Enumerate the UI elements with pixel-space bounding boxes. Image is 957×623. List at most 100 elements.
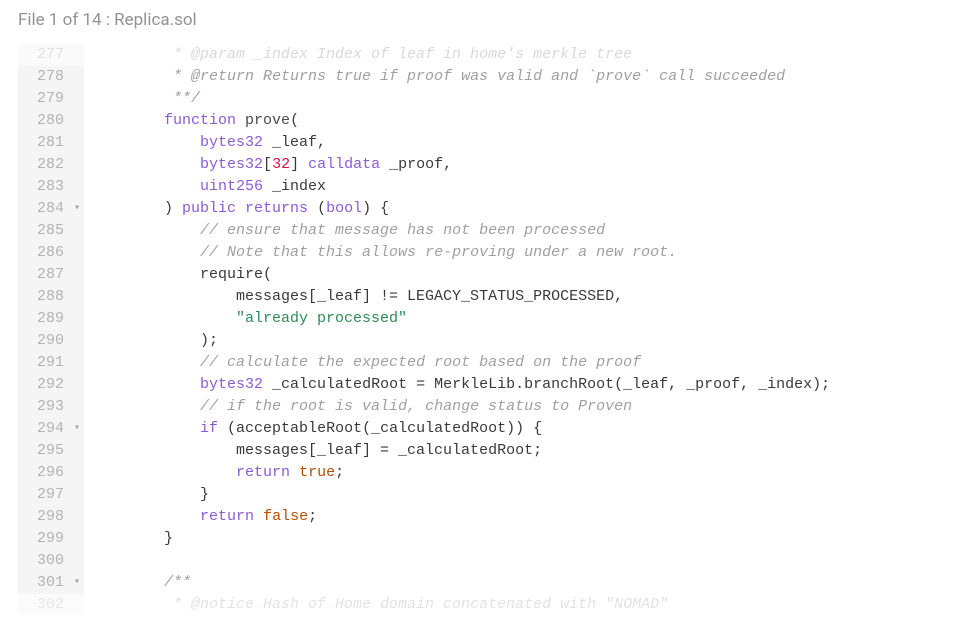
line-number: 278: [18, 66, 84, 88]
code-line[interactable]: 283 uint256 _index: [18, 176, 939, 198]
code-token: bytes32: [200, 134, 263, 151]
file-title: File 1 of 14 : Replica.sol: [18, 10, 197, 30]
code-token: calldata: [308, 156, 380, 173]
line-number: 289: [18, 308, 84, 330]
code-line[interactable]: 282 bytes32[32] calldata _proof,: [18, 154, 939, 176]
code-token: (acceptableRoot(_calculatedRoot)) {: [218, 420, 542, 437]
code-token: }: [92, 530, 173, 547]
fold-icon[interactable]: ▾: [74, 418, 80, 440]
code-token: [290, 464, 299, 481]
code-token: 32: [272, 156, 290, 173]
code-token: [92, 596, 173, 613]
code-token: [92, 112, 164, 129]
fold-icon[interactable]: ▾: [74, 572, 80, 594]
code-line[interactable]: 292 bytes32 _calculatedRoot = MerkleLib.…: [18, 374, 939, 396]
code-content[interactable]: bytes32 _calculatedRoot = MerkleLib.bran…: [84, 374, 939, 396]
code-token: (: [263, 266, 272, 283]
code-token: _leaf,: [263, 134, 326, 151]
code-content[interactable]: * @notice Hash of Home domain concatenat…: [84, 594, 939, 614]
code-token: // ensure that message has not been proc…: [200, 222, 605, 239]
line-number: 297: [18, 484, 84, 506]
code-token: [92, 266, 200, 283]
code-token: * @param _index Index of leaf in home's …: [173, 46, 632, 63]
code-token: (: [308, 200, 326, 217]
code-token: _calculatedRoot = MerkleLib.branchRoot(_…: [263, 376, 830, 393]
code-content[interactable]: "already processed": [84, 308, 939, 330]
code-content[interactable]: function prove(: [84, 110, 939, 132]
code-token: (: [290, 112, 299, 129]
code-token: return: [200, 508, 254, 525]
code-token: [: [263, 156, 272, 173]
code-line[interactable]: 284▾ ) public returns (bool) {: [18, 198, 939, 220]
code-content[interactable]: // ensure that message has not been proc…: [84, 220, 939, 242]
code-line[interactable]: 286 // Note that this allows re-proving …: [18, 242, 939, 264]
code-token: [92, 420, 200, 437]
code-line[interactable]: 299 }: [18, 528, 939, 550]
line-number: 296: [18, 462, 84, 484]
code-content[interactable]: require(: [84, 264, 939, 286]
line-number: 280: [18, 110, 84, 132]
code-line[interactable]: 290 );: [18, 330, 939, 352]
code-line[interactable]: 285 // ensure that message has not been …: [18, 220, 939, 242]
code-token: [92, 134, 200, 151]
code-line[interactable]: 301▾ /**: [18, 572, 939, 594]
code-token: // calculate the expected root based on …: [200, 354, 641, 371]
code-token: [92, 244, 200, 261]
code-content[interactable]: return true;: [84, 462, 939, 484]
code-content[interactable]: /**: [84, 572, 939, 594]
fold-icon[interactable]: ▾: [74, 198, 80, 220]
code-token: // if the root is valid, change status t…: [200, 398, 632, 415]
code-token: return: [236, 464, 290, 481]
code-line[interactable]: 281 bytes32 _leaf,: [18, 132, 939, 154]
line-number: 285: [18, 220, 84, 242]
code-content[interactable]: // if the root is valid, change status t…: [84, 396, 939, 418]
code-content[interactable]: [84, 550, 939, 572]
code-token: ]: [290, 156, 308, 173]
code-line[interactable]: 287 require(: [18, 264, 939, 286]
code-content[interactable]: messages[_leaf] = _calculatedRoot;: [84, 440, 939, 462]
line-number: 284▾: [18, 198, 84, 220]
line-number: 287: [18, 264, 84, 286]
code-line[interactable]: 277 * @param _index Index of leaf in hom…: [18, 44, 939, 66]
line-number: 288: [18, 286, 84, 308]
code-line[interactable]: 291 // calculate the expected root based…: [18, 352, 939, 374]
line-number: 279: [18, 88, 84, 110]
code-content[interactable]: * @param _index Index of leaf in home's …: [84, 44, 939, 66]
code-content[interactable]: return false;: [84, 506, 939, 528]
code-line[interactable]: 296 return true;: [18, 462, 939, 484]
code-line[interactable]: 279 **/: [18, 88, 939, 110]
code-content[interactable]: // Note that this allows re-proving unde…: [84, 242, 939, 264]
code-content[interactable]: // calculate the expected root based on …: [84, 352, 939, 374]
line-number: 298: [18, 506, 84, 528]
line-number: 293: [18, 396, 84, 418]
code-line[interactable]: 297 }: [18, 484, 939, 506]
code-line[interactable]: 298 return false;: [18, 506, 939, 528]
code-content[interactable]: }: [84, 484, 939, 506]
code-content[interactable]: );: [84, 330, 939, 352]
code-line[interactable]: 278 * @return Returns true if proof was …: [18, 66, 939, 88]
line-number: 282: [18, 154, 84, 176]
code-line[interactable]: 288 messages[_leaf] != LEGACY_STATUS_PRO…: [18, 286, 939, 308]
code-content[interactable]: * @return Returns true if proof was vali…: [84, 66, 939, 88]
code-line[interactable]: 295 messages[_leaf] = _calculatedRoot;: [18, 440, 939, 462]
code-content[interactable]: bytes32[32] calldata _proof,: [84, 154, 939, 176]
code-line[interactable]: 280 function prove(: [18, 110, 939, 132]
code-token: * @return Returns true if proof was vali…: [173, 68, 785, 85]
line-number: 290: [18, 330, 84, 352]
code-token: **/: [173, 90, 200, 107]
code-content[interactable]: **/: [84, 88, 939, 110]
code-line[interactable]: 294▾ if (acceptableRoot(_calculatedRoot)…: [18, 418, 939, 440]
code-line[interactable]: 293 // if the root is valid, change stat…: [18, 396, 939, 418]
code-line[interactable]: 302 * @notice Hash of Home domain concat…: [18, 594, 939, 614]
code-content[interactable]: ) public returns (bool) {: [84, 198, 939, 220]
code-content[interactable]: if (acceptableRoot(_calculatedRoot)) {: [84, 418, 939, 440]
code-viewer[interactable]: 277 * @param _index Index of leaf in hom…: [18, 44, 939, 614]
line-number: 286: [18, 242, 84, 264]
code-content[interactable]: uint256 _index: [84, 176, 939, 198]
code-token: [92, 354, 200, 371]
code-content[interactable]: messages[_leaf] != LEGACY_STATUS_PROCESS…: [84, 286, 939, 308]
code-content[interactable]: bytes32 _leaf,: [84, 132, 939, 154]
code-content[interactable]: }: [84, 528, 939, 550]
code-line[interactable]: 289 "already processed": [18, 308, 939, 330]
code-line[interactable]: 300: [18, 550, 939, 572]
